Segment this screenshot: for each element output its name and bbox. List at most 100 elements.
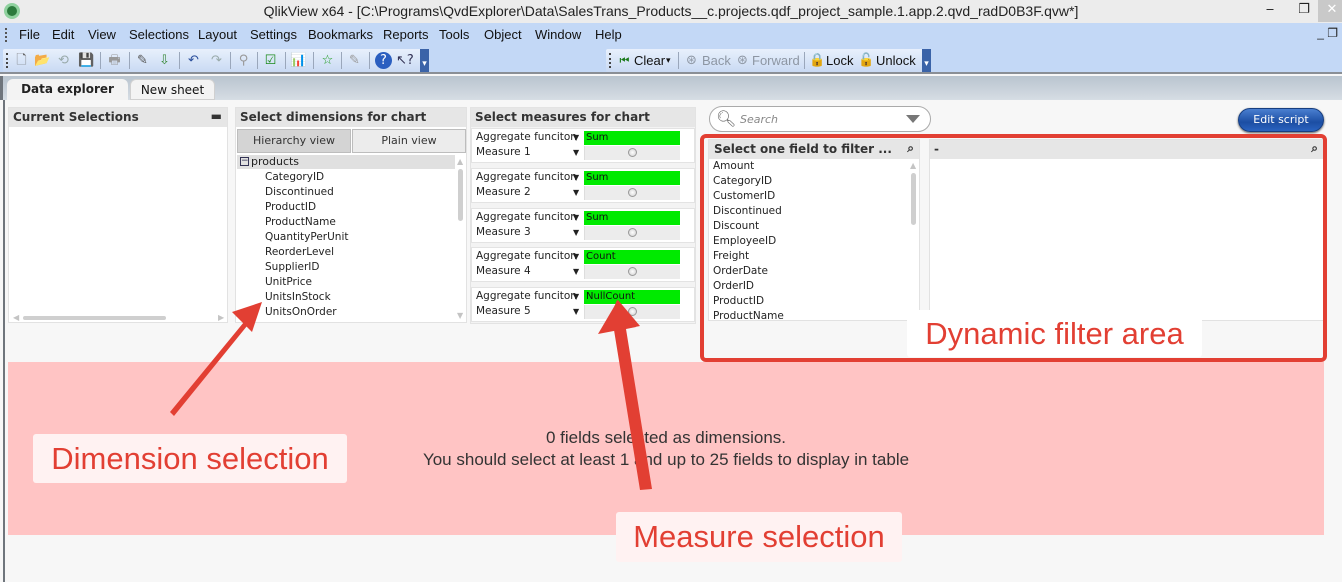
dimension-vertical-scrollbar[interactable]: ▲ ▼ (456, 155, 466, 322)
edit-script-button[interactable]: Edit script (1238, 108, 1324, 132)
search-icon[interactable]: ⚲ (235, 52, 252, 69)
bookmark-star-icon[interactable]: ☆ (319, 52, 336, 69)
aggregate-function-label[interactable]: Aggregate funciton (476, 211, 577, 223)
measure-slider[interactable] (584, 225, 680, 240)
reload-data-icon[interactable]: ⇩ (156, 52, 173, 69)
selections-icon[interactable]: ☑ (262, 52, 279, 69)
slider-knob[interactable] (628, 307, 637, 317)
scrollbar-thumb[interactable] (458, 169, 463, 221)
menu-reports[interactable]: Reports (383, 27, 429, 42)
measure-label[interactable]: Measure 4 (476, 265, 531, 277)
toolbar-grip[interactable] (609, 53, 611, 68)
clear-icon[interactable]: ⏮ (616, 52, 633, 69)
aggregate-dropdown-icon[interactable]: ▼ (573, 213, 579, 222)
dimension-field-item[interactable]: ProductID (265, 201, 316, 213)
menu-view[interactable]: View (88, 27, 116, 42)
search-dropdown-icon[interactable] (906, 115, 920, 123)
aggregate-dropdown-icon[interactable]: ▼ (573, 292, 579, 301)
menu-bookmarks[interactable]: Bookmarks (308, 27, 373, 42)
aggregate-function-value[interactable]: Sum (584, 170, 680, 185)
dimension-field-item[interactable]: UnitsOnOrder (265, 306, 337, 318)
aggregate-dropdown-icon[interactable]: ▼ (573, 133, 579, 142)
undo-icon[interactable]: ↶ (185, 52, 202, 69)
scroll-down-icon[interactable]: ▼ (457, 311, 463, 320)
measure-dropdown-icon[interactable]: ▼ (573, 148, 579, 157)
redo-icon[interactable]: ↷ (208, 52, 225, 69)
dimension-field-item[interactable]: UnitPrice (265, 276, 312, 288)
menu-window[interactable]: Window (535, 27, 581, 42)
collapse-icon[interactable]: − (240, 157, 249, 166)
plain-view-button[interactable]: Plain view (352, 129, 466, 153)
measure-dropdown-icon[interactable]: ▼ (573, 267, 579, 276)
dimension-field-item[interactable]: SupplierID (265, 261, 319, 273)
slider-knob[interactable] (628, 227, 637, 237)
scroll-right-icon[interactable]: ▶ (218, 313, 224, 322)
menu-layout[interactable]: Layout (198, 27, 237, 42)
aggregate-function-label[interactable]: Aggregate funciton (476, 290, 577, 302)
search-input[interactable]: 🔍︎ Search (709, 106, 931, 132)
menu-help[interactable]: Help (595, 27, 622, 42)
help-icon[interactable]: ? (375, 52, 392, 69)
aggregate-function-value[interactable]: NullCount (584, 290, 680, 305)
menu-object[interactable]: Object (484, 27, 522, 42)
measure-label[interactable]: Measure 2 (476, 186, 531, 198)
measure-dropdown-icon[interactable]: ▼ (573, 228, 579, 237)
measure-label[interactable]: Measure 5 (476, 305, 531, 317)
measure-slider[interactable] (584, 305, 680, 320)
aggregate-function-value[interactable]: Sum (584, 131, 680, 145)
maximize-button[interactable]: ❐ (1290, 0, 1318, 22)
toolbar-grip[interactable] (6, 53, 8, 68)
scroll-up-icon[interactable]: ▲ (457, 157, 463, 166)
measure-label[interactable]: Measure 1 (476, 146, 531, 158)
measure-dropdown-icon[interactable]: ▼ (573, 188, 579, 197)
reload-icon[interactable]: ⟲ (55, 52, 72, 69)
edit-script-icon[interactable]: ✎ (134, 52, 151, 69)
aggregate-function-label[interactable]: Aggregate funciton (476, 131, 577, 143)
menu-edit[interactable]: Edit (52, 27, 74, 42)
toolbar-overflow-button[interactable]: ▾ (420, 49, 429, 72)
dimension-field-item[interactable]: Discontinued (265, 186, 334, 198)
forward-button[interactable]: Forward (752, 53, 800, 68)
minimize-icon[interactable]: ▬ (211, 109, 222, 123)
clear-button[interactable]: Clear (634, 53, 665, 68)
scroll-left-icon[interactable]: ◀ (13, 313, 19, 322)
measure-slider[interactable] (584, 185, 680, 200)
hierarchy-view-button[interactable]: Hierarchy view (237, 129, 351, 153)
new-icon[interactable]: 🗋 (13, 52, 30, 69)
aggregate-function-value[interactable]: Sum (584, 210, 680, 225)
toolbar-overflow-button[interactable]: ▾ (922, 49, 931, 72)
close-button[interactable]: ✕ (1318, 0, 1342, 22)
measure-slider[interactable] (584, 146, 680, 160)
dimension-field-item[interactable]: UnitsInStock (265, 291, 331, 303)
dimension-field-item[interactable]: ReorderLevel (265, 246, 334, 258)
unlock-button[interactable]: Unlock (876, 53, 916, 68)
aggregate-function-label[interactable]: Aggregate funciton (476, 250, 577, 262)
menu-selections[interactable]: Selections (129, 27, 189, 42)
save-icon[interactable]: 💾 (78, 52, 95, 69)
print-icon[interactable]: 🖶 (106, 52, 123, 69)
chart-icon[interactable]: 📊 (290, 52, 307, 69)
menu-file[interactable]: File (19, 27, 40, 42)
mdi-window-controls[interactable]: _ ❐ (1317, 26, 1338, 40)
slider-knob[interactable] (628, 267, 637, 277)
dimension-field-item[interactable]: QuantityPerUnit (265, 231, 348, 243)
aggregate-dropdown-icon[interactable]: ▼ (573, 252, 579, 261)
menu-settings[interactable]: Settings (250, 27, 297, 42)
menubar-grip[interactable] (5, 28, 7, 42)
properties-icon[interactable]: ✎ (346, 52, 363, 69)
tab-data-explorer[interactable]: Data explorer (7, 79, 128, 100)
aggregate-function-label[interactable]: Aggregate funciton (476, 171, 577, 183)
dimension-field-item[interactable]: ProductName (265, 216, 336, 228)
slider-knob[interactable] (628, 148, 637, 157)
clear-dropdown-icon[interactable]: ▾ (666, 55, 671, 66)
horizontal-scrollbar-thumb[interactable] (23, 316, 166, 320)
aggregate-function-value[interactable]: Count (584, 250, 680, 265)
tree-group-products[interactable]: − products (237, 155, 455, 169)
back-button[interactable]: Back (702, 53, 731, 68)
slider-knob[interactable] (628, 187, 637, 197)
aggregate-dropdown-icon[interactable]: ▼ (573, 173, 579, 182)
minimize-button[interactable]: ‒ (1256, 0, 1284, 22)
tab-new-sheet[interactable]: New sheet (130, 79, 215, 100)
dimension-field-item[interactable]: CategoryID (265, 171, 324, 183)
open-icon[interactable]: 📂 (34, 52, 51, 69)
